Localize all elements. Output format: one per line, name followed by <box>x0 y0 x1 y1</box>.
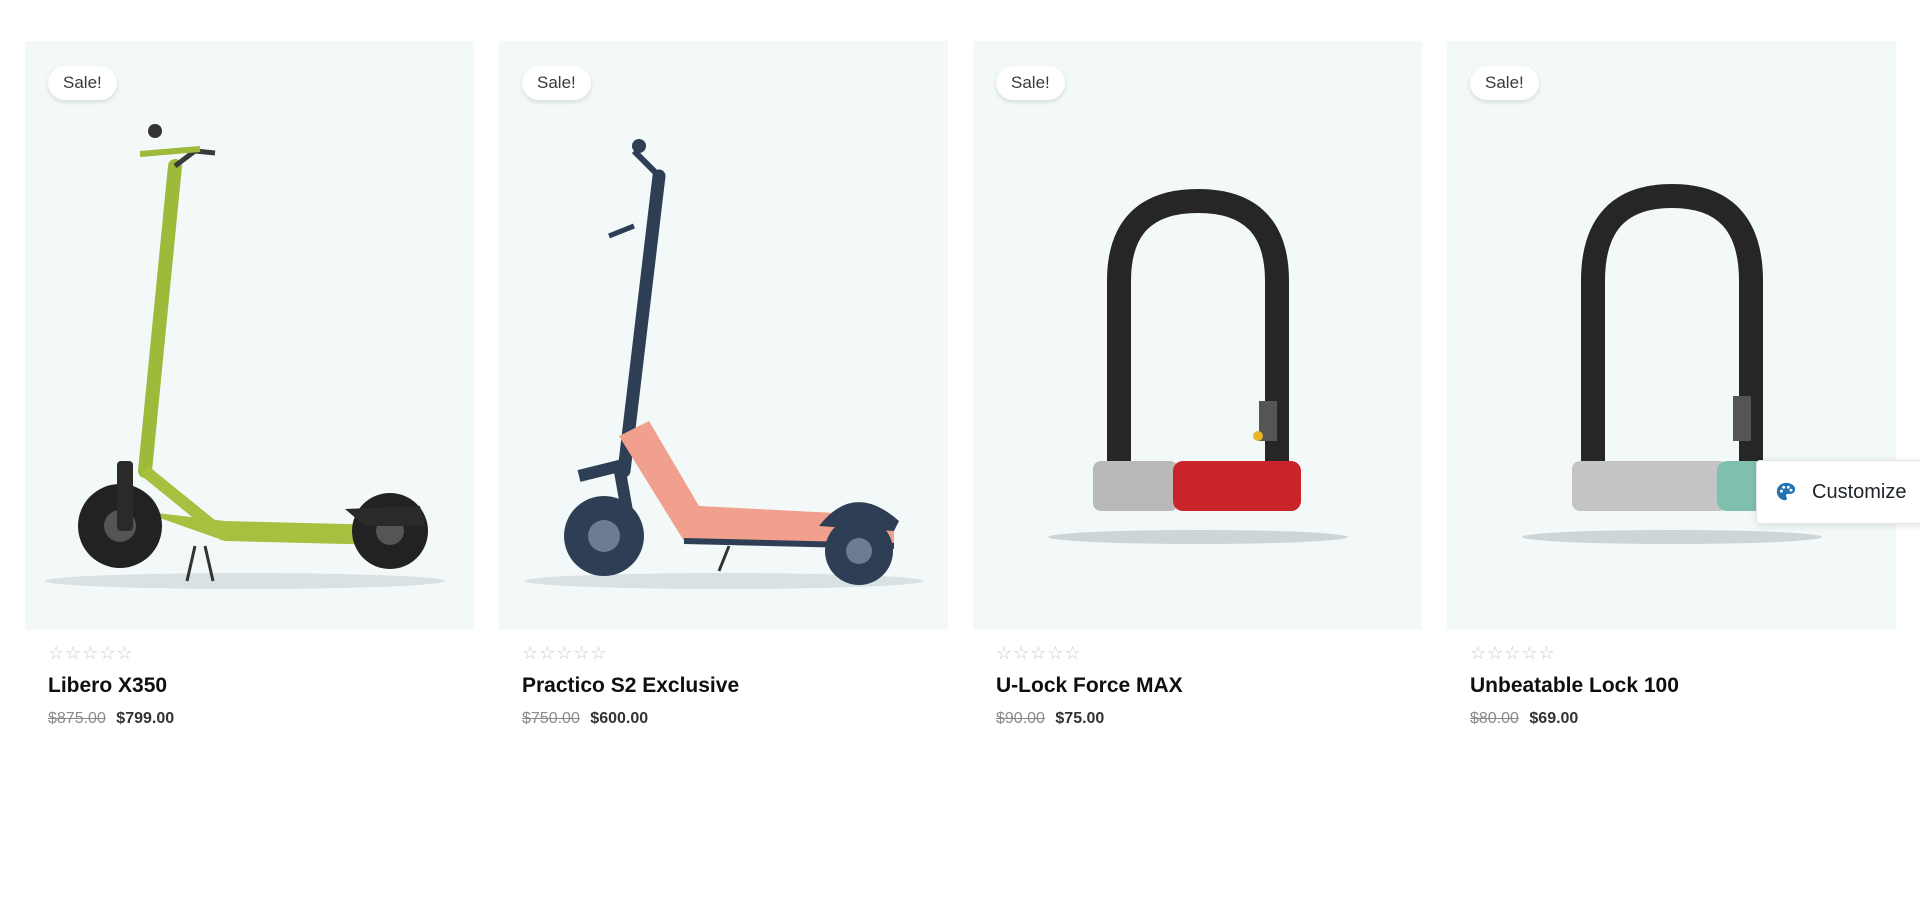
sale-price: $600.00 <box>590 710 649 727</box>
u-lock-image <box>1522 183 1822 544</box>
product-image[interactable]: Sale! <box>25 41 474 630</box>
product-price: $875.00 $799.00 <box>48 709 474 729</box>
scooter-image <box>45 124 445 589</box>
sale-price: $799.00 <box>116 710 175 727</box>
sale-badge: Sale! <box>48 66 117 100</box>
product-title[interactable]: Libero X350 <box>48 673 474 699</box>
sale-badge: Sale! <box>522 66 591 100</box>
sale-price: $69.00 <box>1529 710 1579 727</box>
product-image[interactable]: Sale! <box>499 41 948 630</box>
sale-badge: Sale! <box>996 66 1065 100</box>
product-image[interactable]: Sale! <box>1447 41 1896 630</box>
product-card[interactable]: Sale! ☆☆☆☆☆ Unbeatable Lock 100 $80.00 $… <box>1447 41 1896 729</box>
rating-stars: ☆☆☆☆☆ <box>522 643 608 663</box>
product-title[interactable]: Practico S2 Exclusive <box>522 673 948 699</box>
product-price: $80.00 $69.00 <box>1470 709 1896 729</box>
sale-price: $75.00 <box>1055 710 1105 727</box>
scooter-image <box>524 139 924 589</box>
u-lock-image <box>1048 188 1348 544</box>
sale-badge: Sale! <box>1470 66 1539 100</box>
product-card[interactable]: Sale! ☆☆☆☆☆ Libero X350 $875.00 $799.00 <box>25 41 474 729</box>
rating-stars: ☆☆☆☆☆ <box>1470 643 1556 663</box>
product-card[interactable]: Sale! ☆☆☆☆☆ U-Lock Force MAX $90.00 $75.… <box>973 41 1422 729</box>
product-price: $750.00 $600.00 <box>522 709 948 729</box>
palette-icon <box>1775 481 1797 503</box>
product-image[interactable]: Sale! <box>973 41 1422 630</box>
product-grid: Sale! ☆☆☆☆☆ Libero X350 $875.00 $799.00 <box>25 41 1896 729</box>
product-title[interactable]: Unbeatable Lock 100 <box>1470 673 1896 699</box>
rating-stars: ☆☆☆☆☆ <box>996 643 1082 663</box>
product-card[interactable]: Sale! ☆☆☆☆☆ Practico S2 Exclusive $750.0… <box>499 41 948 729</box>
original-price: $875.00 <box>48 710 106 727</box>
product-title[interactable]: U-Lock Force MAX <box>996 673 1422 699</box>
original-price: $750.00 <box>522 710 580 727</box>
customize-label: Customize <box>1812 480 1907 503</box>
customize-button[interactable]: Customize <box>1756 460 1920 524</box>
product-price: $90.00 $75.00 <box>996 709 1422 729</box>
original-price: $90.00 <box>996 710 1045 727</box>
original-price: $80.00 <box>1470 710 1519 727</box>
rating-stars: ☆☆☆☆☆ <box>48 643 134 663</box>
